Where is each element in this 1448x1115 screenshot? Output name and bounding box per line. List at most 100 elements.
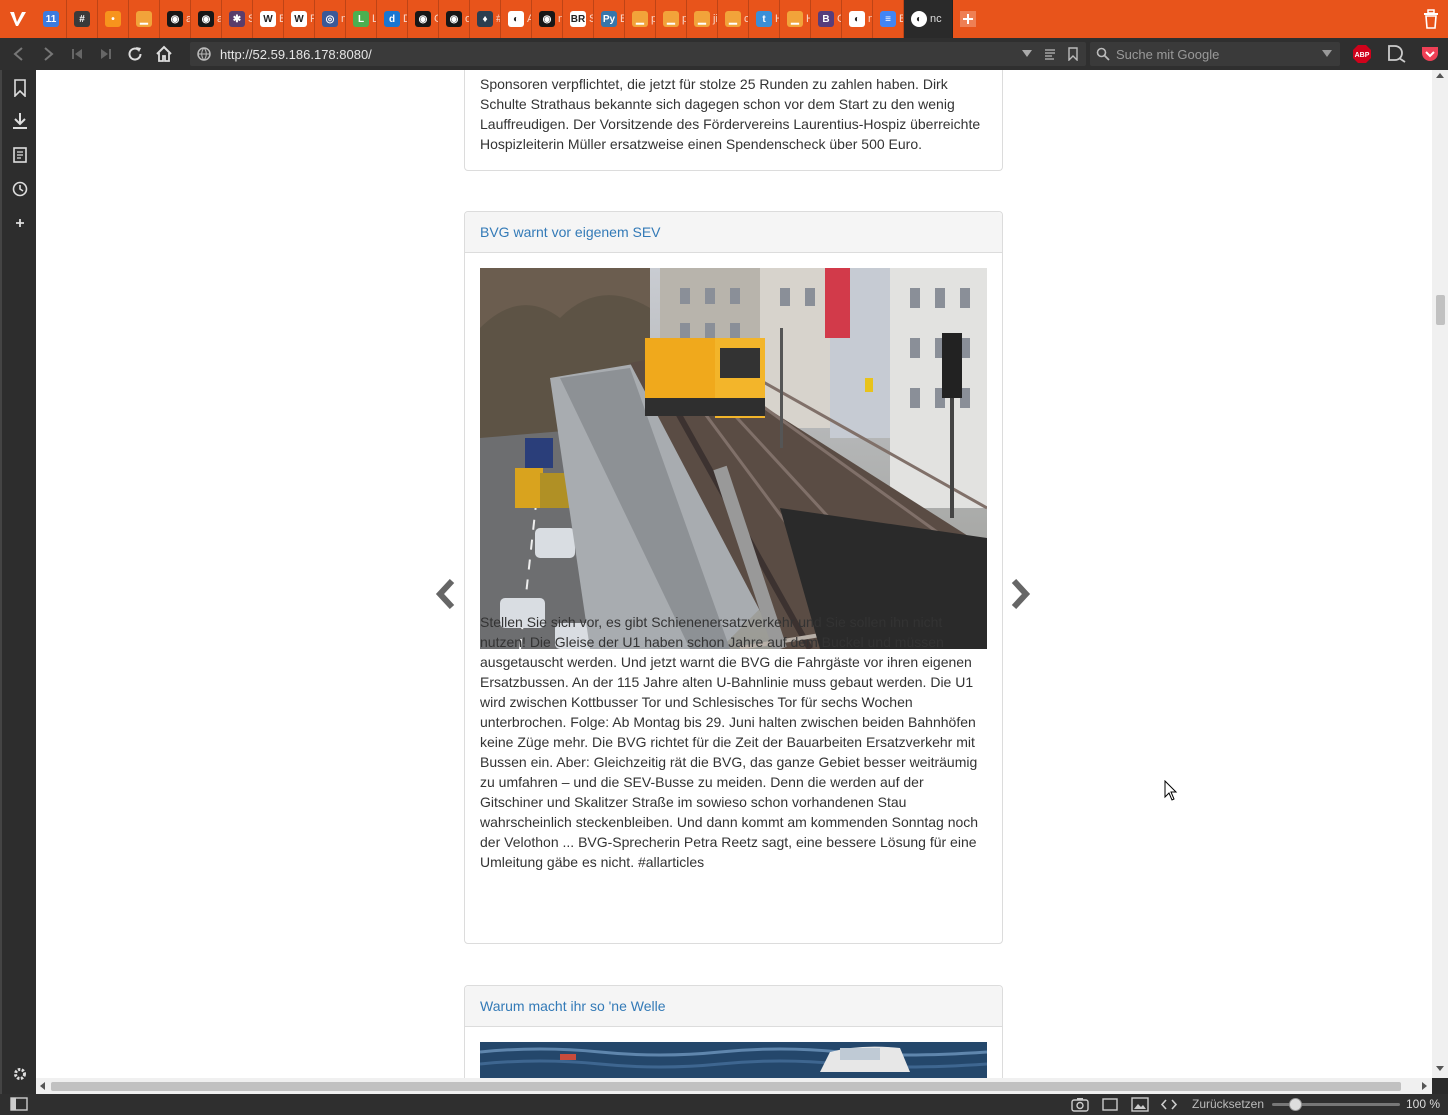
forward-button[interactable]	[33, 38, 62, 70]
sidebar-add-panel-button[interactable]	[10, 213, 30, 233]
u-bahn-train-image	[480, 268, 987, 649]
site-info-icon[interactable]	[197, 47, 211, 61]
tab[interactable]: ♦#1	[470, 0, 501, 38]
search-engine-dropdown-icon[interactable]	[1322, 50, 1332, 58]
image-icon[interactable]	[1131, 1097, 1149, 1112]
tab[interactable]: 11	[36, 0, 67, 38]
tab[interactable]: #	[67, 0, 98, 38]
boat-water-image	[480, 1042, 987, 1078]
search-field[interactable]: Suche mit Google	[1090, 42, 1340, 66]
tab[interactable]: dDi	[377, 0, 408, 38]
tab[interactable]: ≡Bi	[873, 0, 904, 38]
tab[interactable]: WBi	[253, 0, 284, 38]
article-text: Stellen Sie sich vor, es gibt Schienener…	[480, 614, 979, 870]
sidebar-history-button[interactable]	[10, 179, 30, 199]
tab[interactable]: ◎mi	[315, 0, 346, 38]
tab[interactable]: LLo	[346, 0, 377, 38]
dropdown-arrow-icon[interactable]	[1022, 50, 1032, 58]
tab[interactable]: PyBa	[594, 0, 625, 38]
tab-strip: 11#•▁◉av◉av✱SiWBiWRi◎miLLodDi◉G◉op♦#1◐Ai…	[36, 0, 904, 38]
reader-view-icon[interactable]	[1044, 48, 1056, 60]
settings-button[interactable]	[10, 1064, 30, 1084]
tab[interactable]: ▁jin	[687, 0, 718, 38]
search-placeholder: Suche mit Google	[1116, 46, 1220, 62]
python-icon: Py	[601, 11, 617, 27]
chart-bars-icon: ▁	[663, 11, 679, 27]
dark-reader-icon[interactable]	[1386, 44, 1408, 64]
tab[interactable]: ◉nc	[532, 0, 563, 38]
tab[interactable]: ◐nc	[842, 0, 873, 38]
fast-forward-button[interactable]	[91, 38, 120, 70]
github-icon: ◉	[198, 11, 214, 27]
search-icon	[1096, 47, 1110, 61]
carousel-next-button[interactable]	[1008, 577, 1032, 611]
scroll-right-icon[interactable]	[1422, 1082, 1428, 1090]
panel-toggle-icon[interactable]	[10, 1097, 28, 1111]
home-icon	[155, 45, 172, 62]
sidebar-bookmarks-button[interactable]	[10, 78, 30, 98]
adblock-icon[interactable]: ABP	[1352, 44, 1372, 64]
docs-icon: ≡	[880, 11, 896, 27]
orange-dot-icon: •	[105, 11, 121, 27]
tab[interactable]: ✱Si	[222, 0, 253, 38]
tab[interactable]: ▁py	[625, 0, 656, 38]
card-header: Warum macht ihr so 'ne Welle	[465, 986, 1002, 1027]
tab-active[interactable]: ◐ nc	[904, 0, 953, 38]
scroll-left-icon[interactable]	[39, 1082, 45, 1090]
new-tab-button[interactable]	[953, 0, 983, 38]
notes-icon	[13, 147, 27, 163]
article-image	[480, 1042, 987, 1078]
tab[interactable]: ▁py	[656, 0, 687, 38]
address-toolbar: http://52.59.186.178:8080/ Suche mit Goo…	[0, 38, 1448, 70]
vertical-scroll-thumb[interactable]	[1436, 295, 1445, 325]
camera-icon[interactable]	[1071, 1097, 1089, 1112]
article-title-link[interactable]: BVG warnt vor eigenem SEV	[480, 224, 661, 240]
tab[interactable]: ◉av	[160, 0, 191, 38]
tab[interactable]: ◉G	[408, 0, 439, 38]
tab-label: nc	[930, 13, 942, 25]
vertical-scrollbar[interactable]	[1432, 70, 1448, 1078]
clock-icon	[12, 181, 28, 197]
tab[interactable]: BCo	[811, 0, 842, 38]
horizontal-scroll-thumb[interactable]	[51, 1082, 1401, 1091]
back-button[interactable]	[4, 38, 33, 70]
carousel-prev-button[interactable]	[434, 577, 458, 611]
tab[interactable]: tH	[749, 0, 780, 38]
sidebar-downloads-button[interactable]	[10, 111, 30, 131]
zoom-reset-button[interactable]: Zurücksetzen	[1192, 1097, 1264, 1111]
trash-icon[interactable]	[1422, 9, 1440, 29]
scroll-up-icon[interactable]	[1436, 72, 1444, 78]
chart-bars-icon: ▁	[136, 11, 152, 27]
mouse-cursor-icon	[1164, 780, 1178, 801]
tab[interactable]: WRi	[284, 0, 315, 38]
reload-button[interactable]	[120, 38, 149, 70]
tab[interactable]: ◉av	[191, 0, 222, 38]
tiling-icon[interactable]	[1101, 1097, 1119, 1112]
sidebar-notes-button[interactable]	[10, 145, 30, 165]
tab[interactable]: ▁cs	[718, 0, 749, 38]
skip-back-icon	[71, 49, 82, 59]
bookmark-icon[interactable]	[1068, 47, 1078, 61]
tab[interactable]: ◉op	[439, 0, 470, 38]
tab[interactable]: BRSe	[563, 0, 594, 38]
address-field[interactable]: http://52.59.186.178:8080/	[190, 42, 1086, 66]
vivaldi-menu-button[interactable]	[0, 0, 36, 38]
tab[interactable]: ◐Ai	[501, 0, 532, 38]
scroll-down-icon[interactable]	[1436, 1066, 1444, 1072]
rewind-button[interactable]	[62, 38, 91, 70]
tab[interactable]: ▁	[129, 0, 160, 38]
calendar-icon: 11	[43, 11, 59, 27]
article-title-link[interactable]: Warum macht ihr so 'ne Welle	[480, 998, 666, 1014]
news-card: BVG warnt vor eigenem SEV Stellen Sie si…	[464, 211, 1003, 944]
zoom-slider-handle[interactable]	[1289, 1098, 1302, 1111]
tab[interactable]: ▁Ho	[780, 0, 811, 38]
home-button[interactable]	[149, 38, 178, 70]
pocket-icon[interactable]	[1420, 44, 1440, 64]
wikipedia-icon: W	[291, 11, 307, 27]
globe-icon: ◐	[508, 11, 524, 27]
chevron-left-icon	[435, 579, 455, 609]
tab[interactable]: •	[98, 0, 129, 38]
code-icon[interactable]	[1160, 1097, 1178, 1112]
horizontal-scrollbar[interactable]	[36, 1078, 1432, 1094]
br-icon: BR	[570, 11, 586, 27]
